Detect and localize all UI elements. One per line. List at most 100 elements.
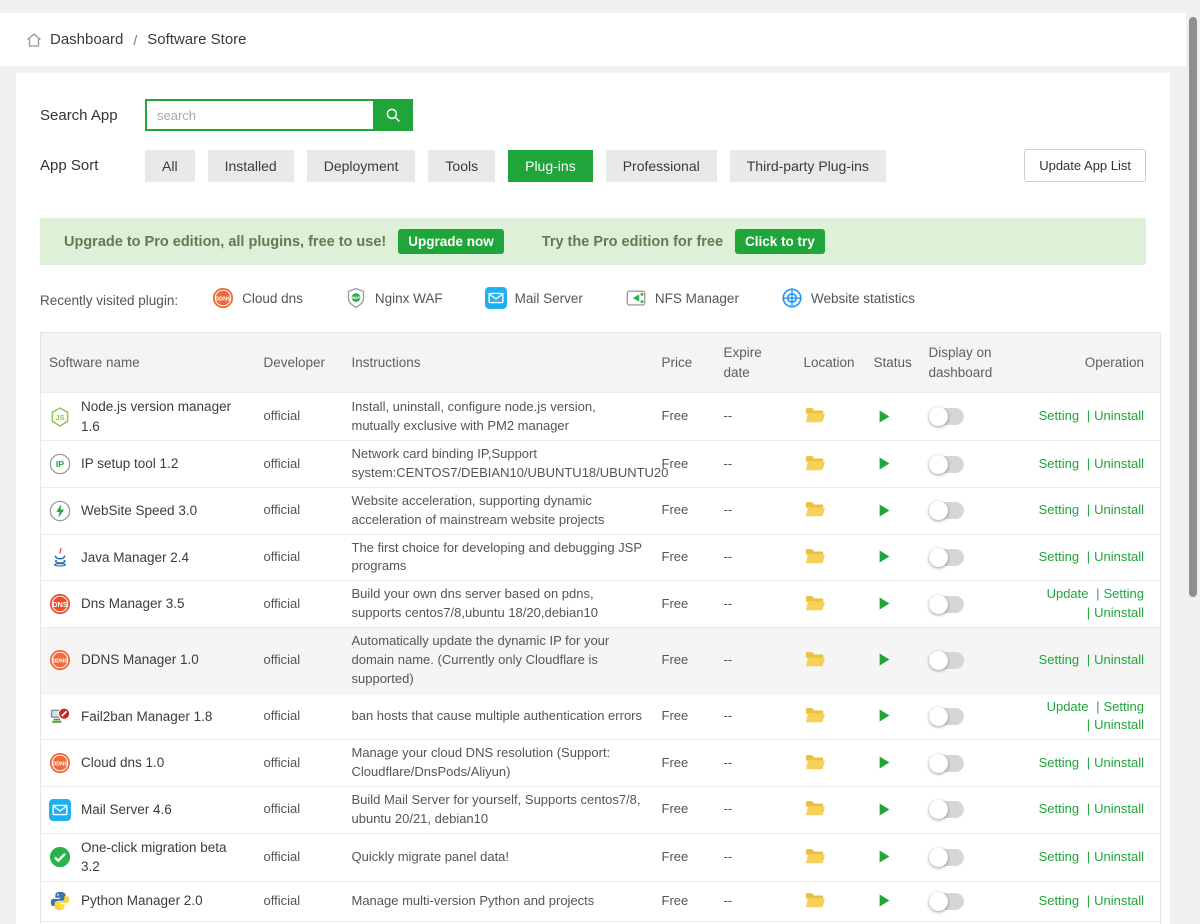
search-input[interactable]	[145, 99, 373, 131]
setting-link[interactable]: Setting	[1039, 408, 1079, 423]
price-cell: Free	[654, 581, 716, 628]
uninstall-link[interactable]: Uninstall	[1094, 549, 1144, 564]
table-row-cloud-dns-1-0: DDNSCloud dns 1.0officialManage your clo…	[41, 740, 1161, 787]
instructions-cell: Network card binding IP,Support system:C…	[344, 441, 654, 488]
folder-icon[interactable]	[804, 889, 826, 911]
folder-icon[interactable]	[804, 404, 826, 426]
play-icon[interactable]	[874, 452, 896, 474]
play-icon[interactable]	[874, 499, 896, 521]
setting-link[interactable]: Setting	[1039, 549, 1079, 564]
column-header-display-on-dashboard: Display on dashboard	[921, 333, 1021, 393]
folder-icon[interactable]	[804, 498, 826, 520]
folder-icon[interactable]	[804, 751, 826, 773]
uninstall-link[interactable]: Uninstall	[1094, 893, 1144, 908]
uninstall-link[interactable]: Uninstall	[1094, 801, 1144, 816]
setting-link[interactable]: Setting	[1039, 755, 1079, 770]
play-icon[interactable]	[874, 798, 896, 820]
setting-link[interactable]: Setting	[1039, 456, 1079, 471]
folder-icon[interactable]	[804, 452, 826, 474]
folder-icon[interactable]	[804, 545, 826, 567]
folder-icon[interactable]	[804, 592, 826, 614]
mail-icon	[485, 287, 507, 309]
setting-link[interactable]: Setting	[1104, 699, 1144, 714]
developer-cell: official	[256, 881, 344, 921]
play-icon[interactable]	[874, 890, 896, 912]
uninstall-link[interactable]: Uninstall	[1094, 456, 1144, 471]
table-row-fail2ban-manager-1-8: Fail2ban Manager 1.8officialban hosts th…	[41, 693, 1161, 740]
folder-icon[interactable]	[804, 797, 826, 819]
display-on-dashboard-toggle[interactable]	[929, 456, 964, 473]
uninstall-link[interactable]: Uninstall	[1094, 755, 1144, 770]
instructions-cell: Quickly migrate panel data!	[344, 833, 654, 881]
scrollbar-thumb[interactable]	[1189, 17, 1197, 597]
recent-plugin-nfs-manager[interactable]: NFS Manager	[625, 287, 739, 309]
tab-installed[interactable]: Installed	[208, 150, 294, 182]
recent-plugin-website-statistics[interactable]: Website statistics	[781, 287, 915, 309]
update-app-list-button[interactable]: Update App List	[1024, 149, 1146, 182]
setting-link[interactable]: Setting	[1039, 502, 1079, 517]
recent-plugin-nginx-waf[interactable]: WAFNginx WAF	[345, 287, 443, 309]
display-on-dashboard-toggle[interactable]	[929, 708, 964, 725]
recent-plugin-mail-server[interactable]: Mail Server	[485, 287, 583, 309]
display-on-dashboard-toggle[interactable]	[929, 755, 964, 772]
upgrade-now-button[interactable]: Upgrade now	[398, 229, 504, 254]
play-icon[interactable]	[874, 592, 896, 614]
operation-separator: |	[1096, 699, 1099, 714]
click-to-try-button[interactable]: Click to try	[735, 229, 825, 254]
breadcrumb-dashboard[interactable]: Dashboard	[50, 31, 123, 48]
expire-date-cell: --	[716, 881, 796, 921]
tab-tools[interactable]: Tools	[428, 150, 495, 182]
java-icon	[49, 546, 71, 568]
tab-third-party-plug-ins[interactable]: Third-party Plug-ins	[730, 150, 886, 182]
play-icon[interactable]	[874, 705, 896, 727]
expire-date-cell: --	[716, 487, 796, 534]
display-on-dashboard-toggle[interactable]	[929, 549, 964, 566]
setting-link[interactable]: Setting	[1039, 849, 1079, 864]
play-icon[interactable]	[874, 405, 896, 427]
home-icon[interactable]	[25, 31, 43, 49]
folder-icon[interactable]	[804, 845, 826, 867]
play-icon[interactable]	[874, 546, 896, 568]
tab-all[interactable]: All	[145, 150, 195, 182]
search-button[interactable]	[373, 99, 413, 131]
setting-link[interactable]: Setting	[1039, 801, 1079, 816]
software-store-page: Dashboard / Software Store Search App Ap…	[0, 13, 1186, 924]
expire-date-cell: --	[716, 693, 796, 740]
display-on-dashboard-toggle[interactable]	[929, 502, 964, 519]
setting-link[interactable]: Setting	[1039, 652, 1079, 667]
uninstall-link[interactable]: Uninstall	[1094, 408, 1144, 423]
svg-text:DNS: DNS	[52, 600, 68, 609]
tab-deployment[interactable]: Deployment	[307, 150, 416, 182]
display-on-dashboard-toggle[interactable]	[929, 596, 964, 613]
instructions-cell: ban hosts that cause multiple authentica…	[344, 693, 654, 740]
tab-professional[interactable]: Professional	[606, 150, 717, 182]
table-row-java-manager-2-4: Java Manager 2.4officialThe first choice…	[41, 534, 1161, 581]
uninstall-link[interactable]: Uninstall	[1094, 849, 1144, 864]
toggle-knob	[929, 707, 948, 726]
update-link[interactable]: Update	[1047, 586, 1089, 601]
folder-icon[interactable]	[804, 648, 826, 670]
uninstall-link[interactable]: Uninstall	[1094, 717, 1144, 732]
update-link[interactable]: Update	[1047, 699, 1089, 714]
display-on-dashboard-toggle[interactable]	[929, 849, 964, 866]
uninstall-link[interactable]: Uninstall	[1094, 605, 1144, 620]
software-name: Python Manager 2.0	[81, 891, 203, 911]
play-icon[interactable]	[874, 845, 896, 867]
play-icon[interactable]	[874, 751, 896, 773]
display-on-dashboard-toggle[interactable]	[929, 893, 964, 910]
uninstall-link[interactable]: Uninstall	[1094, 652, 1144, 667]
display-on-dashboard-toggle[interactable]	[929, 801, 964, 818]
page-scrollbar[interactable]	[1186, 13, 1200, 924]
table-row-node-js-version-manager-1-6: JSNode.js version manager 1.6officialIns…	[41, 393, 1161, 441]
tab-plug-ins[interactable]: Plug-ins	[508, 150, 593, 182]
recent-plugin-cloud-dns[interactable]: DDNSCloud dns	[212, 287, 303, 309]
breadcrumb: Dashboard / Software Store	[0, 13, 1186, 66]
play-icon[interactable]	[874, 649, 896, 671]
display-on-dashboard-toggle[interactable]	[929, 652, 964, 669]
software-name: Node.js version manager 1.6	[81, 397, 248, 436]
display-on-dashboard-toggle[interactable]	[929, 408, 964, 425]
setting-link[interactable]: Setting	[1039, 893, 1079, 908]
setting-link[interactable]: Setting	[1104, 586, 1144, 601]
uninstall-link[interactable]: Uninstall	[1094, 502, 1144, 517]
folder-icon[interactable]	[804, 704, 826, 726]
